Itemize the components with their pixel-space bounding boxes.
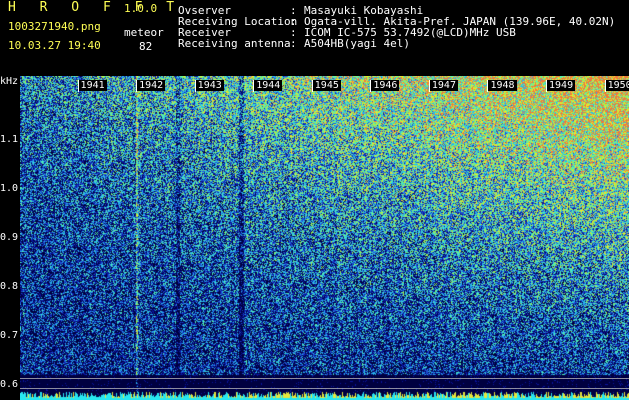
info-value: A504HB(yagi 4el) [304, 37, 410, 50]
app-version: 1.0.0 [124, 2, 158, 15]
spectrogram-canvas [20, 76, 629, 400]
x-tick-label: 1941 [78, 80, 107, 91]
y-tick-label: 1.1 [0, 133, 19, 145]
reference-line [20, 387, 629, 389]
x-tick-label: 1943 [195, 80, 224, 91]
x-tick-label: 1950 [605, 80, 629, 91]
info-row-antenna: Receiving antenna : A504HB(yagi 4el) [178, 38, 615, 49]
y-axis-unit: kHz [0, 76, 19, 87]
image-filename: 1003271940.png [8, 20, 101, 33]
meteor-label: meteor [124, 26, 164, 39]
reference-line [20, 377, 629, 379]
y-tick-label: 0.6 [0, 379, 19, 391]
spectrogram-plot: kHz 1.1 1.0 0.9 0.8 0.7 0.6 1941 1942 1943 1944 1… [0, 76, 629, 400]
x-tick-label: 1944 [254, 80, 283, 91]
capture-timestamp: 10.03.27 19:40 [8, 39, 101, 52]
x-tick-label: 1949 [547, 80, 576, 91]
x-tick-label: 1946 [371, 80, 400, 91]
x-tick-label: 1948 [488, 80, 517, 91]
y-axis: kHz 1.1 1.0 0.9 0.8 0.7 0.6 [0, 76, 20, 400]
header-panel: H R O F F T 1.0.0 1003271940.png 10.03.2… [0, 0, 629, 76]
x-tick-label: 1942 [137, 80, 166, 91]
station-info: Ovserver : Masayuki Kobayashi Receiving … [178, 5, 615, 49]
y-tick-label: 0.8 [0, 281, 19, 293]
x-tick-label: 1947 [429, 80, 458, 91]
meteor-count: 82 [139, 40, 153, 53]
y-tick-label: 1.0 [0, 182, 19, 194]
y-tick-label: 0.7 [0, 330, 19, 342]
x-tick-label: 1945 [312, 80, 341, 91]
y-tick-label: 0.9 [0, 232, 19, 243]
info-key: Receiving antenna [178, 37, 291, 50]
info-separator: : [290, 37, 297, 50]
